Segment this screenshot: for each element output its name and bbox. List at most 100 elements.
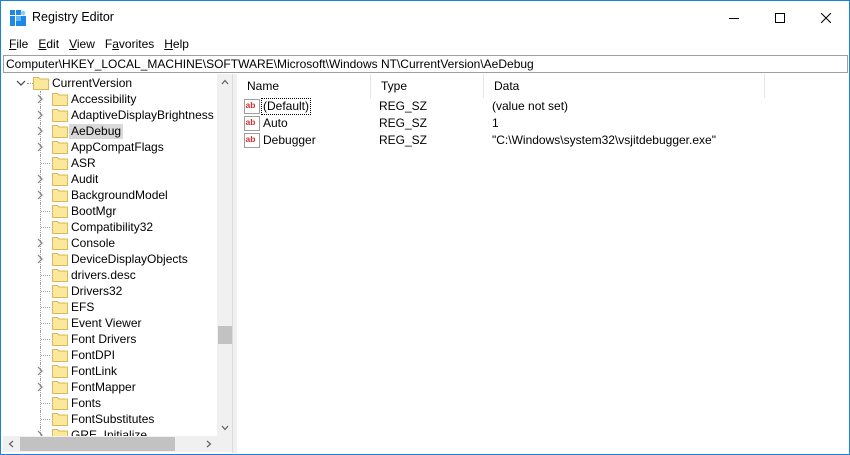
tree-item[interactable]: ASR — [3, 155, 217, 171]
value-data: 1 — [492, 116, 499, 130]
scroll-right-button[interactable] — [201, 436, 217, 452]
tree-item-label: Drivers32 — [71, 284, 123, 298]
chevron-right-icon[interactable] — [35, 190, 45, 200]
tree-item-label: CurrentVersion — [52, 76, 133, 90]
scroll-down-button[interactable] — [217, 420, 232, 436]
tree-item[interactable]: drivers.desc — [3, 267, 217, 283]
tree-item-parent[interactable]: CurrentVersion — [3, 75, 217, 91]
tree-item[interactable]: Console — [3, 235, 217, 251]
tree-item[interactable]: AdaptiveDisplayBrightness — [3, 107, 217, 123]
tree-item-label: FontSubstitutes — [71, 412, 155, 426]
folder-icon — [52, 93, 68, 106]
tree-item-label: GRE_Initialize — [71, 428, 148, 436]
string-value-icon: ab — [244, 116, 260, 131]
folder-icon — [52, 301, 68, 314]
tree-item[interactable]: FontMapper — [3, 379, 217, 395]
menu-help[interactable]: Help — [159, 34, 194, 54]
chevron-right-icon[interactable] — [35, 126, 45, 136]
scroll-thumb[interactable] — [218, 326, 232, 344]
tree-item-label: DeviceDisplayObjects — [71, 252, 188, 266]
folder-icon — [52, 429, 68, 436]
maximize-icon — [775, 12, 785, 23]
tree-item[interactable]: Fonts — [3, 395, 217, 411]
tree-item[interactable]: DeviceDisplayObjects — [3, 251, 217, 267]
value-data: "C:\Windows\system32\vsjitdebugger.exe" — [492, 133, 716, 147]
menu-file[interactable]: File — [4, 34, 33, 54]
tree-item[interactable]: BackgroundModel — [3, 187, 217, 203]
folder-icon — [52, 397, 68, 410]
tree-horizontal-scrollbar[interactable] — [3, 436, 217, 452]
maximize-button[interactable] — [757, 1, 803, 34]
chevron-right-icon[interactable] — [35, 94, 45, 104]
folder-icon — [52, 237, 68, 250]
tree-item[interactable]: GRE_Initialize — [3, 427, 217, 436]
menu-view[interactable]: View — [64, 34, 100, 54]
close-button[interactable] — [803, 1, 849, 34]
minimize-icon — [729, 17, 739, 19]
chevron-right-icon[interactable] — [35, 238, 45, 248]
value-row[interactable]: ab Debugger REG_SZ "C:\Windows\system32\vsj… — [237, 132, 848, 149]
tree-item-label: Fonts — [71, 396, 102, 410]
registry-editor-window: Registry Editor File Edit View Favorites… — [0, 0, 850, 455]
address-input[interactable] — [4, 56, 847, 72]
column-header-data[interactable]: Data — [484, 74, 765, 98]
chevron-right-icon[interactable] — [35, 366, 45, 376]
menu-edit[interactable]: Edit — [33, 34, 64, 54]
svg-text:ab: ab — [246, 134, 256, 144]
tree-item[interactable]: FontDPI — [3, 347, 217, 363]
tree-item[interactable]: AeDebug — [3, 123, 217, 139]
minimize-button[interactable] — [711, 1, 757, 34]
chevron-right-icon[interactable] — [35, 174, 45, 184]
chevron-down-icon[interactable] — [16, 78, 26, 88]
chevron-right-icon[interactable] — [35, 254, 45, 264]
chevron-left-icon — [8, 440, 14, 448]
tree-item[interactable]: EFS — [3, 299, 217, 315]
registry-editor-icon — [10, 10, 26, 26]
window-title: Registry Editor — [32, 10, 114, 24]
folder-icon — [52, 381, 68, 394]
tree-item[interactable]: Compatibility32 — [3, 219, 217, 235]
chevron-right-icon[interactable] — [35, 110, 45, 120]
value-name: Debugger — [263, 133, 316, 147]
scroll-thumb[interactable] — [20, 437, 175, 451]
value-row[interactable]: ab Auto REG_SZ 1 — [237, 115, 848, 132]
chevron-right-icon[interactable] — [35, 142, 45, 152]
tree-item[interactable]: Font Drivers — [3, 331, 217, 347]
tree-item[interactable]: BootMgr — [3, 203, 217, 219]
column-header-name[interactable]: Name — [237, 74, 371, 98]
column-header-type[interactable]: Type — [371, 74, 484, 98]
menu-favorites[interactable]: Favorites — [100, 34, 159, 54]
address-bar[interactable] — [3, 55, 848, 73]
chevron-right-icon — [206, 440, 212, 448]
chevron-right-icon[interactable] — [35, 382, 45, 392]
tree-item[interactable]: Audit — [3, 171, 217, 187]
tree-item-label: EFS — [71, 300, 95, 314]
tree-item-label: BootMgr — [71, 204, 117, 218]
folder-icon — [52, 365, 68, 378]
scroll-left-button[interactable] — [3, 436, 19, 452]
tree-item[interactable]: Event Viewer — [3, 315, 217, 331]
title-bar[interactable]: Registry Editor — [1, 1, 849, 34]
tree-item-label: ASR — [71, 156, 96, 170]
value-row[interactable]: ab (Default) REG_SZ (value not set) — [237, 98, 848, 115]
tree-item-label: Event Viewer — [71, 316, 142, 330]
folder-icon — [52, 205, 68, 218]
scroll-up-button[interactable] — [217, 74, 232, 90]
tree-vertical-scrollbar[interactable] — [217, 74, 232, 436]
tree-item[interactable]: FontLink — [3, 363, 217, 379]
value-name: Auto — [263, 116, 288, 130]
menu-bar: File Edit View Favorites Help — [1, 34, 849, 54]
folder-icon — [52, 125, 68, 138]
tree-item[interactable]: AppCompatFlags — [3, 139, 217, 155]
string-value-icon: ab — [244, 133, 260, 148]
tree-item[interactable]: Drivers32 — [3, 283, 217, 299]
tree-item[interactable]: FontSubstitutes — [3, 411, 217, 427]
key-tree[interactable]: CurrentVersion Accessibility AdaptiveDisp… — [3, 74, 217, 436]
tree-item-label: FontDPI — [71, 348, 116, 362]
chevron-down-icon — [221, 425, 229, 431]
string-value-icon: ab — [244, 99, 260, 114]
values-list[interactable]: Name Type Data ab (Default) REG_SZ (value n… — [237, 74, 848, 453]
value-data: (value not set) — [492, 99, 569, 113]
svg-text:ab: ab — [246, 100, 256, 110]
tree-item[interactable]: Accessibility — [3, 91, 217, 107]
